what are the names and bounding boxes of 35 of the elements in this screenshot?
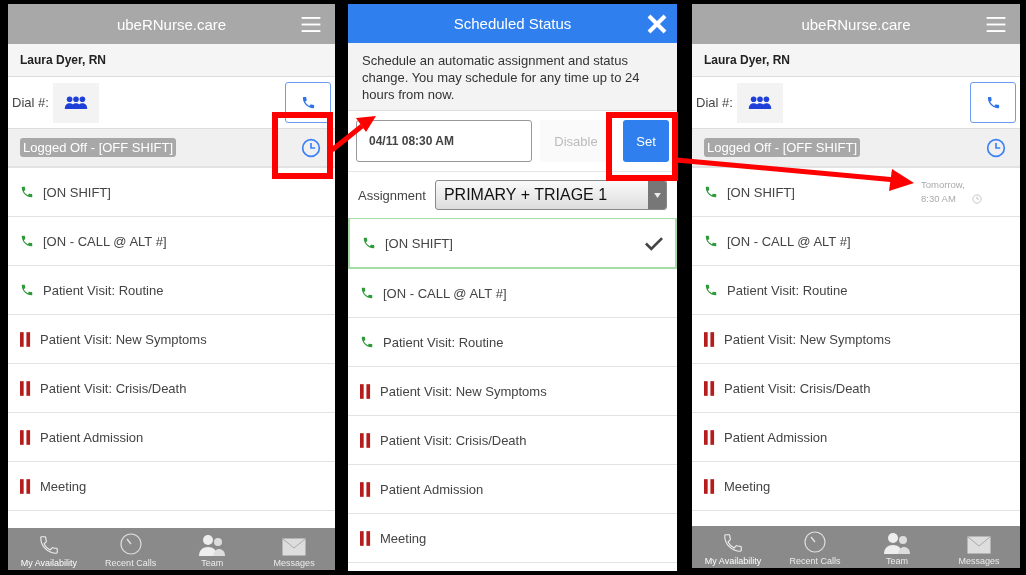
time-field[interactable]: 04/11 08:30 AM — [356, 120, 532, 162]
status-item[interactable]: Patient Visit: New Symptoms — [348, 367, 677, 416]
current-status-badge: Logged Off - [OFF SHIFT] — [704, 138, 861, 157]
status-item[interactable]: [ON SHIFT] — [348, 218, 677, 269]
status-item[interactable]: Meeting — [692, 462, 1020, 511]
app-title: ubeRNurse.care — [116, 15, 227, 33]
status-item[interactable]: [ON - CALL @ ALT #] — [8, 217, 335, 266]
status-item[interactable]: Patient Visit: Routine — [348, 318, 677, 367]
assignment-label: Assignment — [358, 187, 426, 203]
status-item[interactable]: Patient Admission — [8, 413, 335, 462]
status-item[interactable]: [ON SHIFT] — [8, 168, 335, 217]
current-status-badge: Logged Off - [OFF SHIFT] — [20, 138, 177, 157]
status-item[interactable]: Patient Admission — [692, 413, 1020, 462]
user-name: Laura Dyer, RN — [704, 53, 791, 67]
dialog-title: Scheduled Status — [453, 15, 572, 32]
assignment-dropdown[interactable]: PRIMARY + TRIAGE 1 — [434, 180, 667, 210]
status-item[interactable]: Patient Visit: Routine — [692, 266, 1020, 315]
scheduled-time: Tomorrow, 8:30 AM — [921, 178, 966, 206]
dial-label: Dial #: — [12, 95, 49, 110]
status-item[interactable]: [ON - CALL @ ALT #] — [692, 217, 1020, 266]
status-item[interactable]: Meeting — [8, 462, 335, 511]
dial-label: Dial #: — [696, 95, 733, 110]
set-button[interactable]: Set — [623, 120, 669, 162]
dialog-description: Schedule an automatic assignment and status change. You may schedule for any time up to 24 hours from now. — [362, 52, 641, 103]
status-item[interactable]: Patient Visit: New Symptoms — [8, 315, 335, 364]
user-name: Laura Dyer, RN — [20, 53, 107, 67]
app-title: ubeRNurse.care — [801, 15, 911, 33]
status-item[interactable]: Patient Visit: Routine — [8, 266, 335, 315]
status-item[interactable]: Meeting — [348, 514, 677, 563]
status-item[interactable]: Patient Visit: Crisis/Death — [8, 364, 335, 413]
status-item[interactable]: [ON - CALL @ ALT #] — [348, 269, 677, 318]
status-item[interactable]: Patient Visit: New Symptoms — [692, 315, 1020, 364]
status-item[interactable]: Patient Admission — [348, 465, 677, 514]
status-item[interactable]: Patient Visit: Crisis/Death — [692, 364, 1020, 413]
status-item[interactable]: Patient Visit: Crisis/Death — [348, 416, 677, 465]
